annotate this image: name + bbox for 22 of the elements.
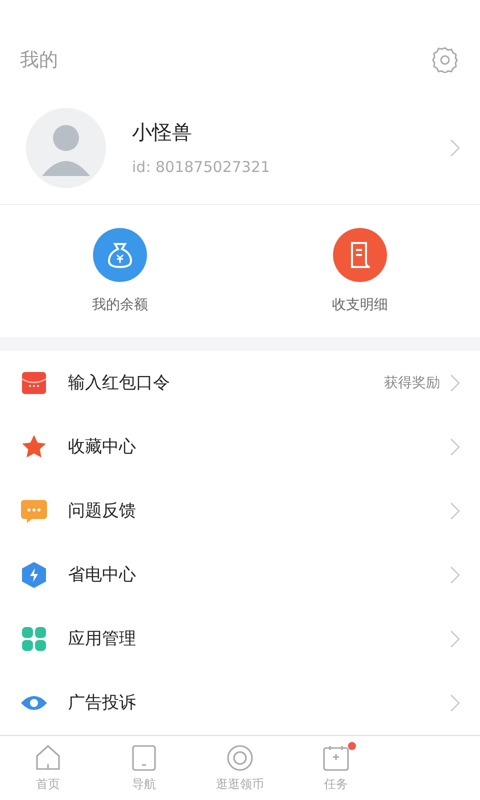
home-icon	[34, 744, 62, 772]
reward-hint: 获得奖励	[384, 374, 440, 392]
apps-icon	[20, 624, 48, 653]
wallet-button[interactable]: 我的余额	[92, 228, 148, 314]
chevron-icon	[450, 566, 460, 584]
calendar-icon	[322, 744, 350, 772]
chevron-icon	[450, 630, 460, 648]
lightning-icon	[20, 560, 48, 589]
chevron-icon	[450, 438, 460, 456]
receipt-icon	[333, 228, 387, 282]
settings-button[interactable]	[430, 44, 460, 75]
chevron-icon	[450, 374, 460, 392]
user-name: 小怪兽	[132, 119, 193, 146]
page-title: 我的	[20, 48, 58, 73]
chevron-icon	[450, 694, 460, 712]
tablet-icon	[130, 744, 158, 772]
chevron-icon	[450, 502, 460, 520]
wallet-button[interactable]: 收支明细	[332, 228, 388, 314]
eye-icon	[226, 744, 254, 772]
chevron-icon	[450, 138, 460, 157]
user-id: id: 801875027321	[132, 158, 272, 176]
money-bag-icon	[93, 228, 147, 282]
